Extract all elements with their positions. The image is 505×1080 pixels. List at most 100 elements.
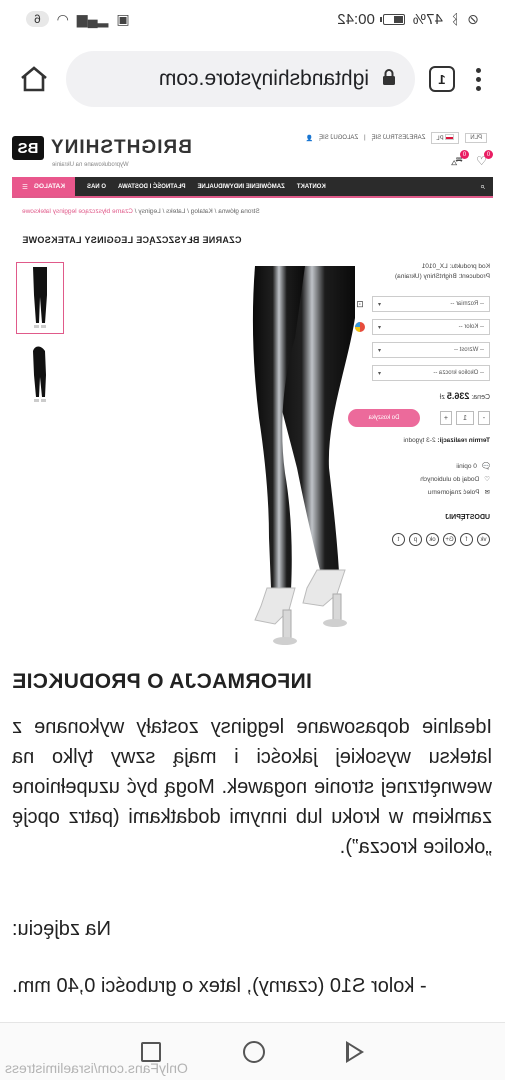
color-select-label: -- Kolor -- xyxy=(458,324,484,330)
qty-minus-button[interactable]: - xyxy=(478,411,490,425)
clock: 00:42 xyxy=(337,10,375,28)
product-panel: Kod produktu: LX_0101 Producent: BrightS… xyxy=(345,262,490,546)
logo-text: BRIGHTSHINY xyxy=(50,137,192,158)
price: Cena: 236.5 zł xyxy=(345,391,490,401)
reviews-link[interactable]: 💬 0 opinii xyxy=(345,462,490,471)
mail-icon: ✉ xyxy=(484,489,490,496)
crotch-select[interactable]: -- Okolice krocza -- ▾ xyxy=(372,365,490,381)
recommend-label: Poleć znajomemu xyxy=(427,488,480,496)
cart-count: 0 xyxy=(460,150,469,159)
size-select[interactable]: -- Rozmiar -- ▾ xyxy=(372,296,490,312)
facebook-icon[interactable]: f xyxy=(460,533,473,546)
caption-line: - kolor S10 (czarny), latex o grubości 0… xyxy=(12,975,427,997)
caption-label: Na zdjęciu: xyxy=(12,918,111,940)
price-label: Cena: xyxy=(471,394,490,401)
nav-item-about[interactable]: O NAS xyxy=(87,184,106,190)
breadcrumb-lateks[interactable]: Lateks xyxy=(166,208,185,215)
wifi-icon: ◠ xyxy=(56,10,69,27)
info-text: Idealnie dopasowane legginsy zostały wyk… xyxy=(12,716,492,858)
price-value: 236.5 xyxy=(446,391,470,401)
wishlist-label: Dodaj do ulubionych xyxy=(420,475,480,483)
qty-input[interactable]: 1 xyxy=(456,411,474,425)
lock-icon[interactable] xyxy=(381,68,397,91)
hamburger-icon: ☰ xyxy=(22,183,28,191)
language-select[interactable]: PL xyxy=(431,132,460,144)
chevron-down-icon: ▾ xyxy=(378,301,382,308)
share-title: UDOSTĘPNIJ xyxy=(445,514,490,521)
nav-item-custom-order[interactable]: ZAMÓWIENIE INDYWIDUALNE xyxy=(197,184,284,190)
recommend-link[interactable]: ✉ Poleć znajomemu xyxy=(345,488,490,497)
info-title: INFORMACJA O PRODUKCIE xyxy=(12,670,312,693)
product-code: Kod produktu: LX_0101 xyxy=(421,263,490,270)
size-icon[interactable]: ⊡ xyxy=(354,298,366,310)
product-title: CZARNE BŁYSZCZĄCE LEGGINSY LATEKSOWE xyxy=(22,235,242,245)
currency-select[interactable]: PLN xyxy=(465,133,487,143)
quantity-stepper: - 1 + Do koszyka xyxy=(345,409,490,427)
search-icon[interactable]: ⌕ xyxy=(480,181,493,192)
chevron-down-icon: ▾ xyxy=(378,370,382,377)
home-icon[interactable] xyxy=(16,61,52,97)
main-nav: KATALOG ☰ O NAS PŁATNOŚĆ I DOSTAWA ZAMÓW… xyxy=(12,177,493,198)
height-select-label: -- Wzrost -- xyxy=(454,347,484,353)
comment-icon: 💬 xyxy=(481,463,490,470)
twitter-icon[interactable]: t xyxy=(392,533,405,546)
vk-icon[interactable]: vk xyxy=(477,533,490,546)
product-thumbnail[interactable] xyxy=(16,262,64,334)
logo-subtitle: Wyprodukowane na Ukrainie xyxy=(52,162,129,168)
watermark: OnlyFans.com/israelimistress xyxy=(5,1060,188,1076)
status-bar: ⊘ ᛒ 47% 00:42 ▣ ▂▄▆ ◠ 6 xyxy=(0,0,505,38)
home-button-icon[interactable] xyxy=(242,1040,265,1063)
nav-item-payment[interactable]: PŁATNOŚĆ I DOSTAWA xyxy=(118,184,185,190)
size-select-label: -- Rozmiar -- xyxy=(450,301,484,307)
back-icon[interactable] xyxy=(346,1040,365,1063)
chevron-down-icon: ▾ xyxy=(378,347,382,354)
nav-item-contact[interactable]: KONTAKT xyxy=(297,184,326,190)
flag-icon xyxy=(445,134,455,140)
product-thumbnail[interactable] xyxy=(16,338,64,410)
browser-toolbar: 1 ightandshinystore.com xyxy=(0,44,505,114)
breadcrumb: Strona główna / Katalog / Lateks / Legin… xyxy=(22,208,260,215)
crotch-select-label: -- Okolice krocza -- xyxy=(433,370,484,376)
add-to-cart-button[interactable]: Do koszyka xyxy=(348,409,420,427)
wishlist-link[interactable]: ♡ Dodaj do ulubionych xyxy=(345,475,490,484)
bluetooth-icon: ᛒ xyxy=(450,11,460,27)
pinterest-icon[interactable]: p xyxy=(409,533,422,546)
register-link[interactable]: ZAREJESTRUJ SIĘ xyxy=(372,135,426,141)
battery-level xyxy=(394,15,403,23)
menu-icon[interactable] xyxy=(469,67,489,91)
qty-plus-button[interactable]: + xyxy=(440,411,452,425)
share-buttons: vk f G+ ok p t xyxy=(345,533,490,546)
chevron-down-icon: ▾ xyxy=(378,324,382,331)
battery-icon xyxy=(382,13,405,25)
height-select[interactable]: -- Wzrost -- ▾ xyxy=(372,342,490,358)
google-plus-icon[interactable]: G+ xyxy=(443,533,456,546)
color-select[interactable]: -- Kolor -- ▾ xyxy=(372,319,490,335)
recents-icon[interactable] xyxy=(140,1041,161,1062)
notification-icon: ▣ xyxy=(116,10,130,27)
wishlist-count: 0 xyxy=(484,150,493,159)
silent-icon: ⊘ xyxy=(467,10,479,27)
tabs-icon[interactable]: 1 xyxy=(429,66,455,92)
breadcrumb-home[interactable]: Strona główna xyxy=(218,208,260,215)
signal-icon: ▂▄▆ xyxy=(76,10,109,27)
reviews-label: 0 opinii xyxy=(456,462,477,470)
nav-katalog[interactable]: KATALOG ☰ xyxy=(12,177,75,196)
lead-time-value: 2-3 tygodni xyxy=(403,437,436,444)
breadcrumb-katalog[interactable]: Katalog xyxy=(191,208,213,215)
heart-icon: ♡ xyxy=(484,476,490,483)
url-text: ightandshinystore.com xyxy=(158,67,369,90)
shop-logo[interactable]: BRIGHTSHINY BS xyxy=(12,136,192,160)
user-icon: 👤 xyxy=(305,135,314,142)
nav-katalog-label: KATALOG xyxy=(33,183,65,190)
breadcrumb-leginsy[interactable]: Leginsy xyxy=(138,208,160,215)
cart-icon[interactable]: ⛍ 0 xyxy=(449,150,469,168)
price-currency: zł xyxy=(439,394,445,401)
ok-icon[interactable]: ok xyxy=(426,533,439,546)
shop-header: ♡ 0 ⛍ 0 PLN PL ZAREJESTRUJ SIĘ | ZALOGUJ S… xyxy=(12,126,493,174)
wishlist-icon[interactable]: ♡ 0 xyxy=(473,150,493,168)
notification-badge: 6 xyxy=(26,11,49,27)
lead-time-label: Termin realizacji: xyxy=(437,437,490,444)
color-icon[interactable] xyxy=(354,321,366,333)
login-link[interactable]: ZALOGUJ SIĘ xyxy=(319,135,358,141)
address-bar[interactable]: ightandshinystore.com xyxy=(66,51,415,107)
